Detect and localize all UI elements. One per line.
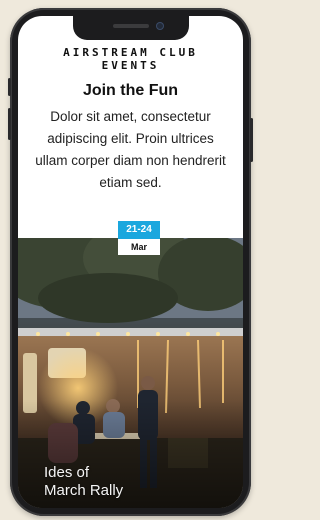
speaker-icon bbox=[112, 24, 149, 28]
event-date-day: 21-24 bbox=[118, 221, 160, 239]
events-intro: AIRSTREAM CLUB EVENTS Join the Fun Dolor… bbox=[18, 46, 243, 194]
camera-icon bbox=[155, 22, 164, 30]
event-date-badge[interactable]: 21-24 Mar bbox=[118, 221, 160, 255]
page-heading: Join the Fun bbox=[82, 82, 179, 99]
phone-notch bbox=[72, 16, 189, 40]
mute-switch bbox=[8, 78, 11, 96]
phone-screen: AIRSTREAM CLUB EVENTS Join the Fun Dolor… bbox=[18, 16, 243, 508]
event-date-month: Mar bbox=[118, 239, 160, 255]
club-title: AIRSTREAM CLUB EVENTS bbox=[63, 46, 198, 72]
intro-paragraph: Dolor sit amet, consectetur adipiscing e… bbox=[35, 109, 226, 190]
volume-button bbox=[8, 108, 11, 140]
event-title[interactable]: Ides of March Rally bbox=[44, 464, 123, 500]
power-button bbox=[250, 118, 253, 162]
